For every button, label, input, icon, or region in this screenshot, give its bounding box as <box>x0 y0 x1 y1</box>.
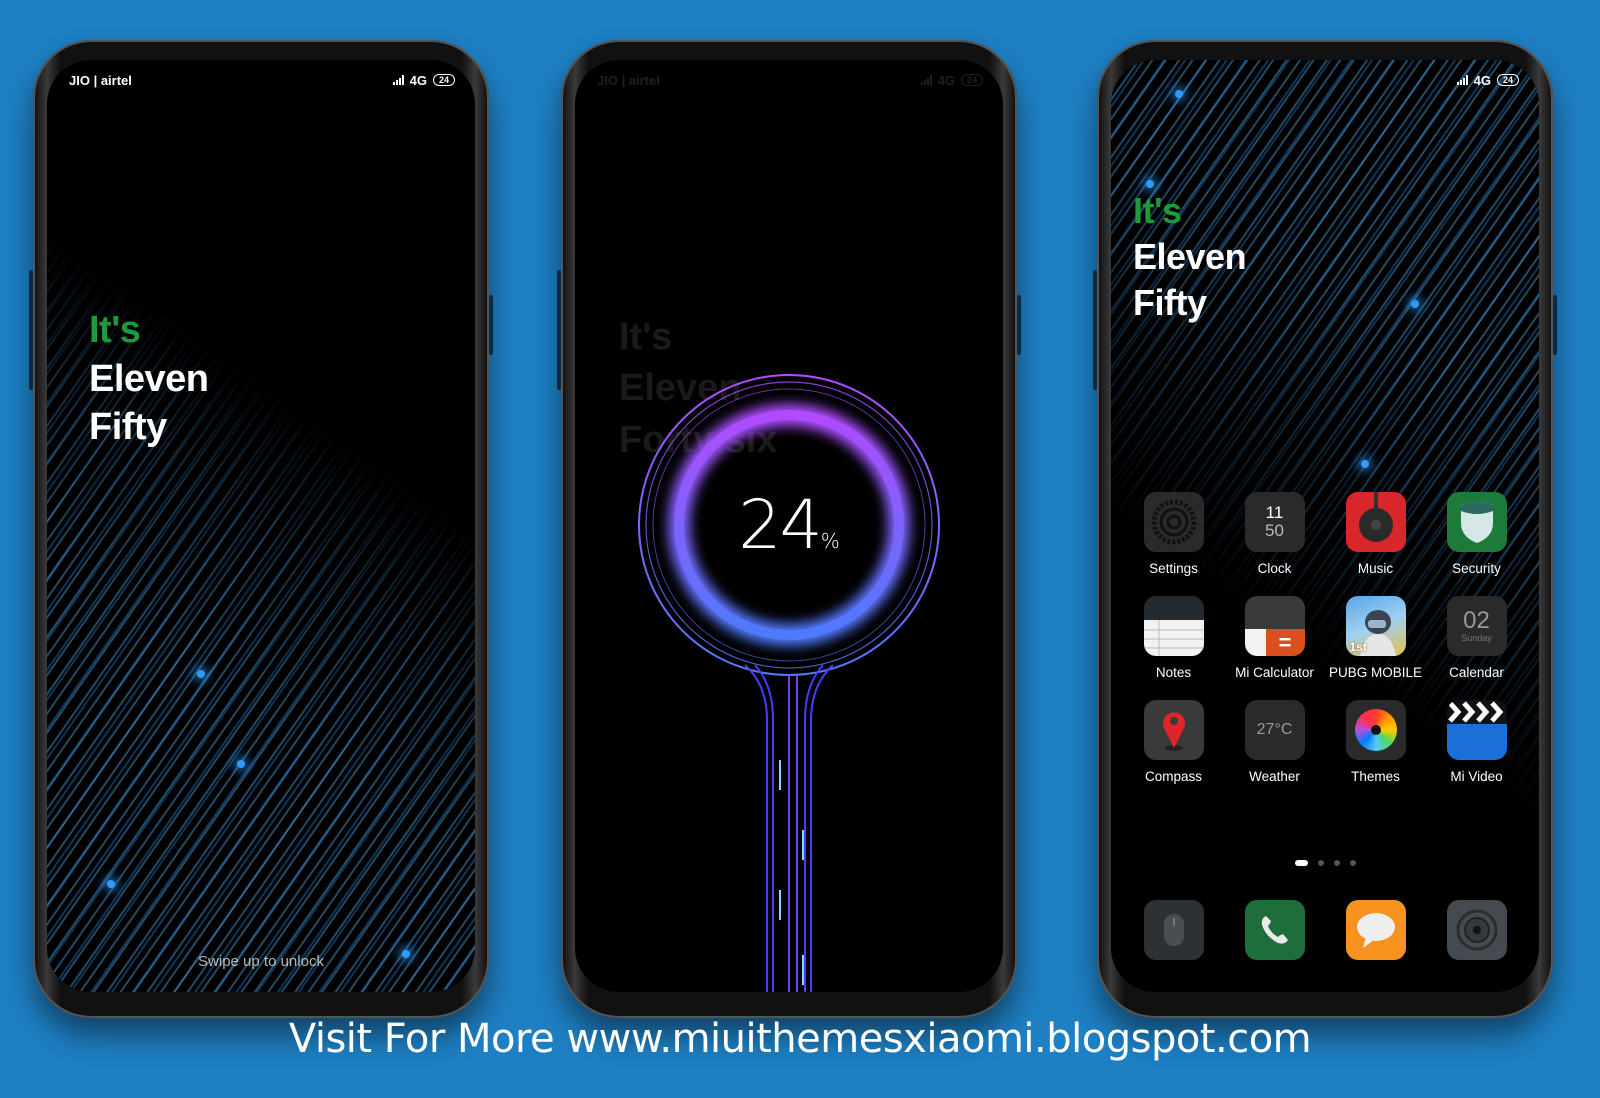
app-weather[interactable]: 27°C Weather <box>1224 700 1325 784</box>
phone-lock-screen: JIO | airtel 4G 24 It's Eleven Fifty Swi… <box>29 40 493 1018</box>
clock-icon-hour: 11 <box>1265 503 1284 523</box>
calendar-icon-day: 02 <box>1463 606 1490 634</box>
pubg-badge: 1st <box>1349 640 1367 654</box>
signal-icon <box>920 75 932 85</box>
footer-website-link[interactable]: Visit For More www.miuithemesxiaomi.blog… <box>0 1016 1600 1062</box>
app-compass[interactable]: Compass <box>1123 700 1224 784</box>
home-clock-widget[interactable]: It's Eleven Fifty <box>1133 188 1247 326</box>
calendar-icon: 02 Sunday <box>1446 596 1507 656</box>
messages-icon[interactable] <box>1345 900 1406 960</box>
settings-gear-icon <box>1143 492 1204 552</box>
app-grid: Settings 11 50 Clock Music Security Note… <box>1123 492 1527 784</box>
swipe-to-unlock-hint[interactable]: Swipe up to unlock <box>47 953 475 970</box>
home-screen: 4G 24 It's Eleven Fifty Settings 11 50 C… <box>1111 60 1539 992</box>
app-label: Mi Video <box>1450 769 1503 784</box>
battery-icon: 24 <box>1496 74 1519 86</box>
app-label: Music <box>1357 561 1394 576</box>
status-bar: JIO | airtel 4G 24 <box>69 70 455 90</box>
app-mi-calculator[interactable]: = Mi Calculator <box>1224 596 1325 680</box>
app-label: Compass <box>1144 769 1203 784</box>
calculator-icon: = <box>1244 596 1305 656</box>
app-label: Security <box>1452 561 1501 576</box>
page-dot-1[interactable] <box>1294 860 1308 866</box>
app-label: Calendar <box>1449 665 1504 680</box>
app-label: Notes <box>1155 665 1192 680</box>
themes-color-wheel-icon <box>1345 700 1406 760</box>
page-indicator[interactable] <box>1111 860 1539 866</box>
glow-dot <box>197 670 205 678</box>
battery-icon: 24 <box>960 74 983 86</box>
glow-dot <box>237 760 245 768</box>
clock-icon: 11 50 <box>1244 492 1305 552</box>
charge-stem <box>744 664 834 992</box>
app-themes[interactable]: Themes <box>1325 700 1426 784</box>
phone-home-screen: 4G 24 It's Eleven Fifty Settings 11 50 C… <box>1093 40 1557 1018</box>
app-label: Clock <box>1257 561 1292 576</box>
app-security[interactable]: Security <box>1426 492 1527 576</box>
battery-icon: 24 <box>432 74 455 86</box>
glow-dot <box>107 880 115 888</box>
music-headphone-icon <box>1345 492 1406 552</box>
calendar-icon-weekday: Sunday <box>1461 633 1492 644</box>
status-bar: 4G 24 <box>1133 70 1519 90</box>
clock-line-3: Fifty <box>89 406 167 449</box>
clock-line-2: Eleven <box>89 357 209 400</box>
app-label: Weather <box>1249 769 1300 784</box>
app-label: Themes <box>1351 769 1400 784</box>
carrier-label: JIO | airtel <box>69 72 132 88</box>
video-clapper-icon <box>1446 700 1507 760</box>
clock-line-1: It's <box>89 309 141 351</box>
app-music[interactable]: Music <box>1325 492 1426 576</box>
app-pubg-mobile[interactable]: 1st PUBG MOBILE <box>1325 596 1426 680</box>
page-dot-2[interactable] <box>1317 860 1324 866</box>
app-mi-video[interactable]: Mi Video <box>1426 700 1527 784</box>
carrier-label: JIO | airtel <box>597 72 660 88</box>
notes-icon <box>1143 596 1204 656</box>
pubg-game-icon: 1st <box>1345 596 1406 656</box>
dock <box>1123 900 1527 960</box>
app-calendar[interactable]: 02 Sunday Calendar <box>1426 596 1527 680</box>
clock-line-3: Fifty <box>1133 282 1207 324</box>
network-label: 4G <box>409 72 427 88</box>
app-label: Settings <box>1149 561 1198 576</box>
lock-clock: It's Eleven Fifty <box>89 306 209 452</box>
battery-percentage: 24% <box>575 486 1003 565</box>
glow-dot <box>1361 460 1369 468</box>
glow-dot <box>1411 300 1419 308</box>
app-clock[interactable]: 11 50 Clock <box>1224 492 1325 576</box>
app-notes[interactable]: Notes <box>1123 596 1224 680</box>
page-dot-4[interactable] <box>1349 860 1356 866</box>
mouse-icon[interactable] <box>1143 900 1204 960</box>
phone-charging-screen: JIO | airtel 4G 24 It's Eleven Forty six <box>557 40 1021 1018</box>
weather-icon: 27°C <box>1244 700 1305 760</box>
signal-icon <box>392 75 404 85</box>
phone-icon[interactable] <box>1244 900 1305 960</box>
battery-percent-value: 24 <box>738 486 823 565</box>
streak-wallpaper <box>47 60 475 992</box>
compass-pin-icon <box>1143 700 1204 760</box>
clock-line-1: It's <box>1133 190 1182 231</box>
weather-icon-temp: 27°C <box>1256 721 1293 738</box>
page-dot-3[interactable] <box>1333 860 1340 866</box>
charge-particles <box>779 760 804 985</box>
lock-screen: JIO | airtel 4G 24 It's Eleven Fifty Swi… <box>47 60 475 992</box>
glow-dot <box>1146 180 1154 188</box>
status-bar: JIO | airtel 4G 24 <box>597 70 983 90</box>
charging-screen: JIO | airtel 4G 24 It's Eleven Forty six <box>575 60 1003 992</box>
security-shield-icon <box>1446 492 1507 552</box>
percent-sign: % <box>820 529 840 553</box>
network-label: 4G <box>937 72 955 88</box>
network-label: 4G <box>1473 72 1491 88</box>
camera-icon[interactable] <box>1446 900 1507 960</box>
app-label: PUBG MOBILE <box>1328 665 1423 680</box>
clock-icon-minute: 50 <box>1265 521 1284 540</box>
signal-icon <box>1456 75 1468 85</box>
app-settings[interactable]: Settings <box>1123 492 1224 576</box>
glow-dot <box>1175 90 1183 98</box>
clock-line-2: Eleven <box>1133 236 1247 278</box>
app-label: Mi Calculator <box>1235 665 1314 680</box>
